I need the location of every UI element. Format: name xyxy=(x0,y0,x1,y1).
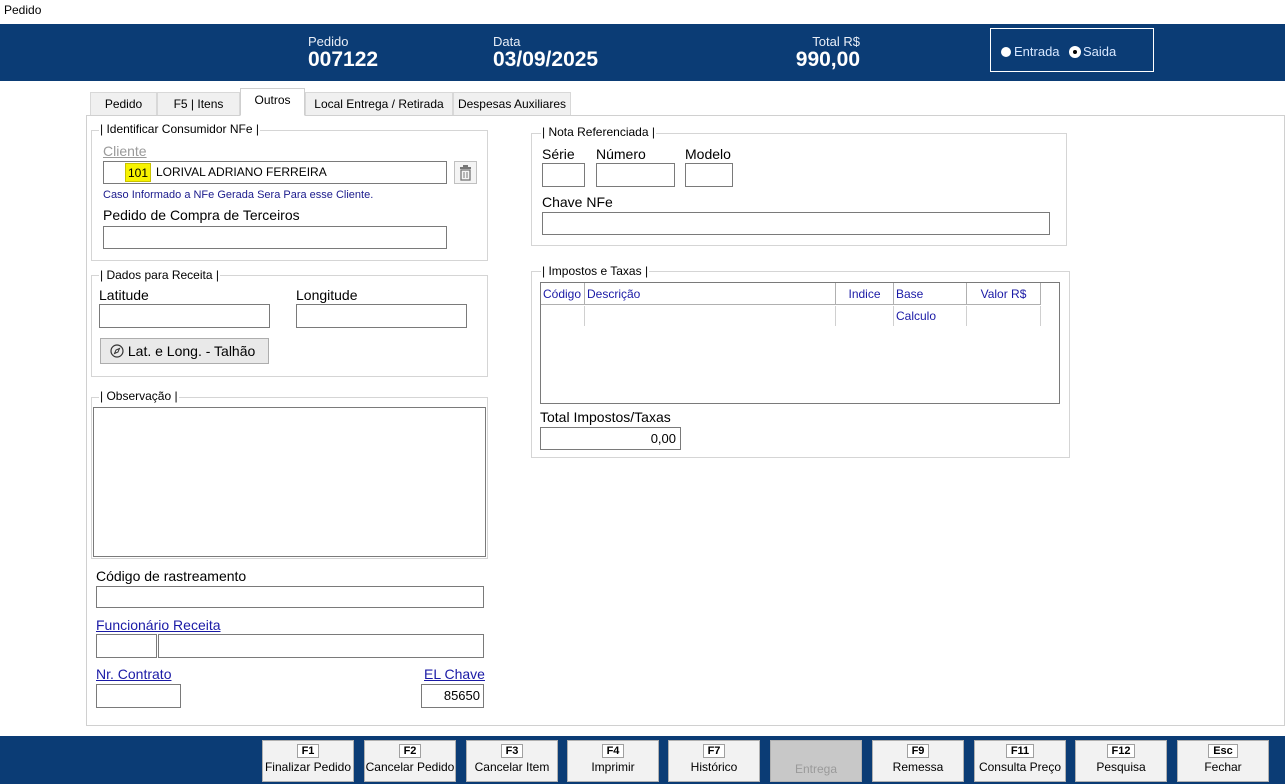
key-f4: F4 xyxy=(601,744,625,758)
remessa-button[interactable]: F9 Remessa xyxy=(872,740,964,782)
key-esc: Esc xyxy=(1208,744,1238,758)
modelo-input[interactable] xyxy=(685,163,733,187)
cliente-code: 101 xyxy=(125,163,152,182)
data-label: Data xyxy=(493,34,521,49)
tab-local-entrega[interactable]: Local Entrega / Retirada xyxy=(305,92,453,115)
chave-nfe-input[interactable] xyxy=(542,212,1050,235)
finalizar-pedido-label: Finalizar Pedido xyxy=(264,760,352,774)
col-valor[interactable]: Valor R$ xyxy=(967,283,1041,305)
impostos-table-header: Código Descrição Indice Base Calculo Val… xyxy=(541,283,1041,323)
cancelar-item-label: Cancelar Item xyxy=(474,760,550,774)
key-f11: F11 xyxy=(1005,744,1035,758)
observacao-group-title: | Observação | xyxy=(99,389,179,403)
total-value: 990,00 xyxy=(795,48,860,71)
tab-despesas-auxiliares[interactable]: Despesas Auxiliares xyxy=(453,92,571,115)
lat-long-talhao-button[interactable]: Lat. e Long. - Talhão xyxy=(100,338,269,364)
radio-saida[interactable] xyxy=(1070,46,1080,57)
col-codigo[interactable]: Código xyxy=(541,283,585,305)
col-descricao[interactable]: Descrição xyxy=(585,283,836,305)
imprimir-button[interactable]: F4 Imprimir xyxy=(567,740,659,782)
el-chave-input[interactable]: 85650 xyxy=(421,684,484,708)
el-chave-link[interactable]: EL Chave xyxy=(424,666,485,682)
cancelar-item-button[interactable]: F3 Cancelar Item xyxy=(466,740,558,782)
col-indice[interactable]: Indice xyxy=(836,283,894,305)
data-value: 03/09/2025 xyxy=(493,48,599,71)
observacao-textarea[interactable] xyxy=(93,407,486,557)
latitude-input[interactable] xyxy=(99,304,270,328)
numero-input[interactable] xyxy=(596,163,675,187)
tipo-radio-group: Entrada Saida xyxy=(990,28,1154,72)
funcionario-code-input[interactable] xyxy=(96,634,157,658)
chave-nfe-label: Chave NFe xyxy=(542,194,613,210)
impostos-table[interactable]: Código Descrição Indice Base Calculo Val… xyxy=(540,282,1060,404)
radio-entrada[interactable] xyxy=(1001,46,1011,57)
cancelar-pedido-label: Cancelar Pedido xyxy=(365,760,455,774)
longitude-input[interactable] xyxy=(296,304,467,328)
tab-pedido[interactable]: Pedido xyxy=(90,92,157,115)
imprimir-label: Imprimir xyxy=(591,760,635,774)
impostos-empty-row xyxy=(541,306,1041,326)
pedido-compra-input[interactable] xyxy=(103,226,447,249)
historico-label: Histórico xyxy=(690,760,738,774)
serie-label: Série xyxy=(542,146,575,162)
consulta-preco-button[interactable]: F11 Consulta Preço xyxy=(974,740,1066,782)
longitude-label: Longitude xyxy=(296,287,358,303)
fechar-button[interactable]: Esc Fechar xyxy=(1177,740,1269,782)
entrega-label: Entrega xyxy=(794,762,838,776)
tab-itens[interactable]: F5 | Itens xyxy=(157,92,240,115)
nr-contrato-input[interactable] xyxy=(96,684,181,708)
cliente-name: LORIVAL ADRIANO FERREIRA xyxy=(156,165,327,179)
key-f9: F9 xyxy=(906,744,930,758)
cliente-label: Cliente xyxy=(103,143,147,159)
receita-group-title: | Dados para Receita | xyxy=(99,268,220,282)
total-label: Total R$ xyxy=(812,34,860,49)
total-impostos-value: 0,00 xyxy=(540,427,681,450)
funcionario-name-input[interactable] xyxy=(158,634,484,658)
key-f1: F1 xyxy=(296,744,320,758)
pedido-number: 007122 xyxy=(308,48,379,71)
key-f3: F3 xyxy=(500,744,524,758)
pesquisa-label: Pesquisa xyxy=(1096,760,1146,774)
nr-contrato-link[interactable]: Nr. Contrato xyxy=(96,666,171,682)
pedido-label: Pedido xyxy=(308,34,349,49)
rastreamento-input[interactable] xyxy=(96,586,484,608)
consulta-preco-label: Consulta Preço xyxy=(978,760,1062,774)
window-title: Pedido xyxy=(4,3,42,17)
tab-outros[interactable]: Outros xyxy=(240,88,305,116)
consumidor-group-title: | Identificar Consumidor NFe | xyxy=(99,122,260,136)
historico-button[interactable]: F7 Histórico xyxy=(668,740,760,782)
key-f7: F7 xyxy=(702,744,726,758)
nota-referenciada-title: | Nota Referenciada | xyxy=(541,125,656,139)
lat-long-talhao-label: Lat. e Long. - Talhão xyxy=(127,343,256,359)
cliente-field[interactable]: 101 LORIVAL ADRIANO FERREIRA xyxy=(103,161,447,184)
remessa-label: Remessa xyxy=(892,760,944,774)
key-f2: F2 xyxy=(398,744,422,758)
entrega-button[interactable]: Entrega xyxy=(770,740,862,782)
pedido-compra-label: Pedido de Compra de Terceiros xyxy=(103,207,300,223)
total-impostos-label: Total Impostos/Taxas xyxy=(540,409,671,425)
impostos-group-title: | Impostos e Taxas | xyxy=(541,264,650,278)
rastreamento-label: Código de rastreamento xyxy=(96,568,247,584)
order-header: Pedido 007122 Data 03/09/2025 Total R$ 9… xyxy=(0,24,1285,81)
radio-entrada-label: Entrada xyxy=(1014,44,1060,60)
cancelar-pedido-button[interactable]: F2 Cancelar Pedido xyxy=(364,740,456,782)
serie-input[interactable] xyxy=(542,163,585,187)
fechar-label: Fechar xyxy=(1204,760,1242,774)
pesquisa-button[interactable]: F12 Pesquisa xyxy=(1075,740,1167,782)
clear-cliente-button[interactable] xyxy=(454,161,477,184)
modelo-label: Modelo xyxy=(685,146,731,162)
latitude-label: Latitude xyxy=(99,287,149,303)
trash-icon xyxy=(460,165,471,181)
col-base-calculo[interactable]: Base Calculo xyxy=(894,283,967,323)
funcionario-receita-link[interactable]: Funcionário Receita xyxy=(96,617,221,633)
key-f12: F12 xyxy=(1106,744,1136,758)
numero-label: Número xyxy=(596,146,646,162)
finalizar-pedido-button[interactable]: F1 Finalizar Pedido xyxy=(262,740,354,782)
cliente-hint: Caso Informado a NFe Gerada Sera Para es… xyxy=(103,189,374,201)
compass-icon xyxy=(110,344,124,358)
radio-saida-label: Saida xyxy=(1083,44,1117,60)
